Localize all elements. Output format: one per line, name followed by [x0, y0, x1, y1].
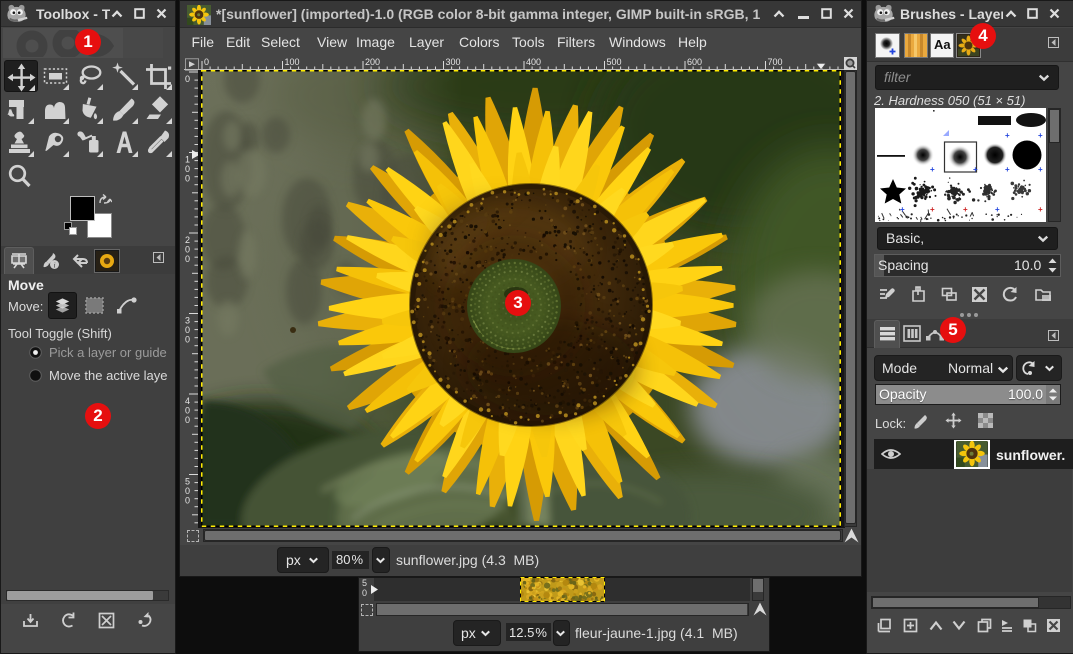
svg-text:+: +	[900, 205, 905, 214]
svg-text:0: 0	[185, 486, 190, 496]
svg-text:0: 0	[204, 57, 209, 67]
svg-text:500: 500	[607, 57, 622, 67]
svg-text:i: i	[53, 260, 55, 269]
svg-text:0: 0	[185, 245, 190, 255]
svg-text:+: +	[1038, 205, 1043, 214]
svg-text:0: 0	[185, 496, 190, 506]
svg-text:+: +	[1038, 131, 1043, 140]
svg-text:2: 2	[185, 235, 190, 245]
svg-text:+: +	[1005, 165, 1010, 174]
svg-text:+: +	[995, 205, 1000, 214]
svg-text:0: 0	[185, 406, 190, 416]
svg-text:5: 5	[185, 477, 190, 487]
svg-text:+: +	[1005, 131, 1010, 140]
svg-text:1: 1	[185, 155, 190, 165]
svg-text:+: +	[930, 205, 935, 214]
svg-text:3: 3	[185, 316, 190, 326]
svg-text:300: 300	[446, 57, 461, 67]
svg-text:0: 0	[185, 254, 190, 264]
svg-text:0: 0	[185, 415, 190, 425]
svg-text:+: +	[963, 205, 968, 214]
svg-text:700: 700	[768, 57, 783, 67]
svg-text:400: 400	[526, 57, 541, 67]
svg-text:+: +	[930, 165, 935, 174]
svg-text:0: 0	[185, 335, 190, 345]
svg-text:200: 200	[365, 57, 380, 67]
svg-text:0: 0	[185, 325, 190, 335]
svg-text:+: +	[973, 165, 978, 174]
svg-text:0: 0	[185, 164, 190, 174]
svg-text:0: 0	[185, 74, 190, 84]
svg-text:0: 0	[185, 174, 190, 184]
svg-text:+: +	[1038, 165, 1043, 174]
svg-text:600: 600	[687, 57, 702, 67]
svg-text:4: 4	[185, 396, 190, 406]
svg-text:100: 100	[285, 57, 300, 67]
